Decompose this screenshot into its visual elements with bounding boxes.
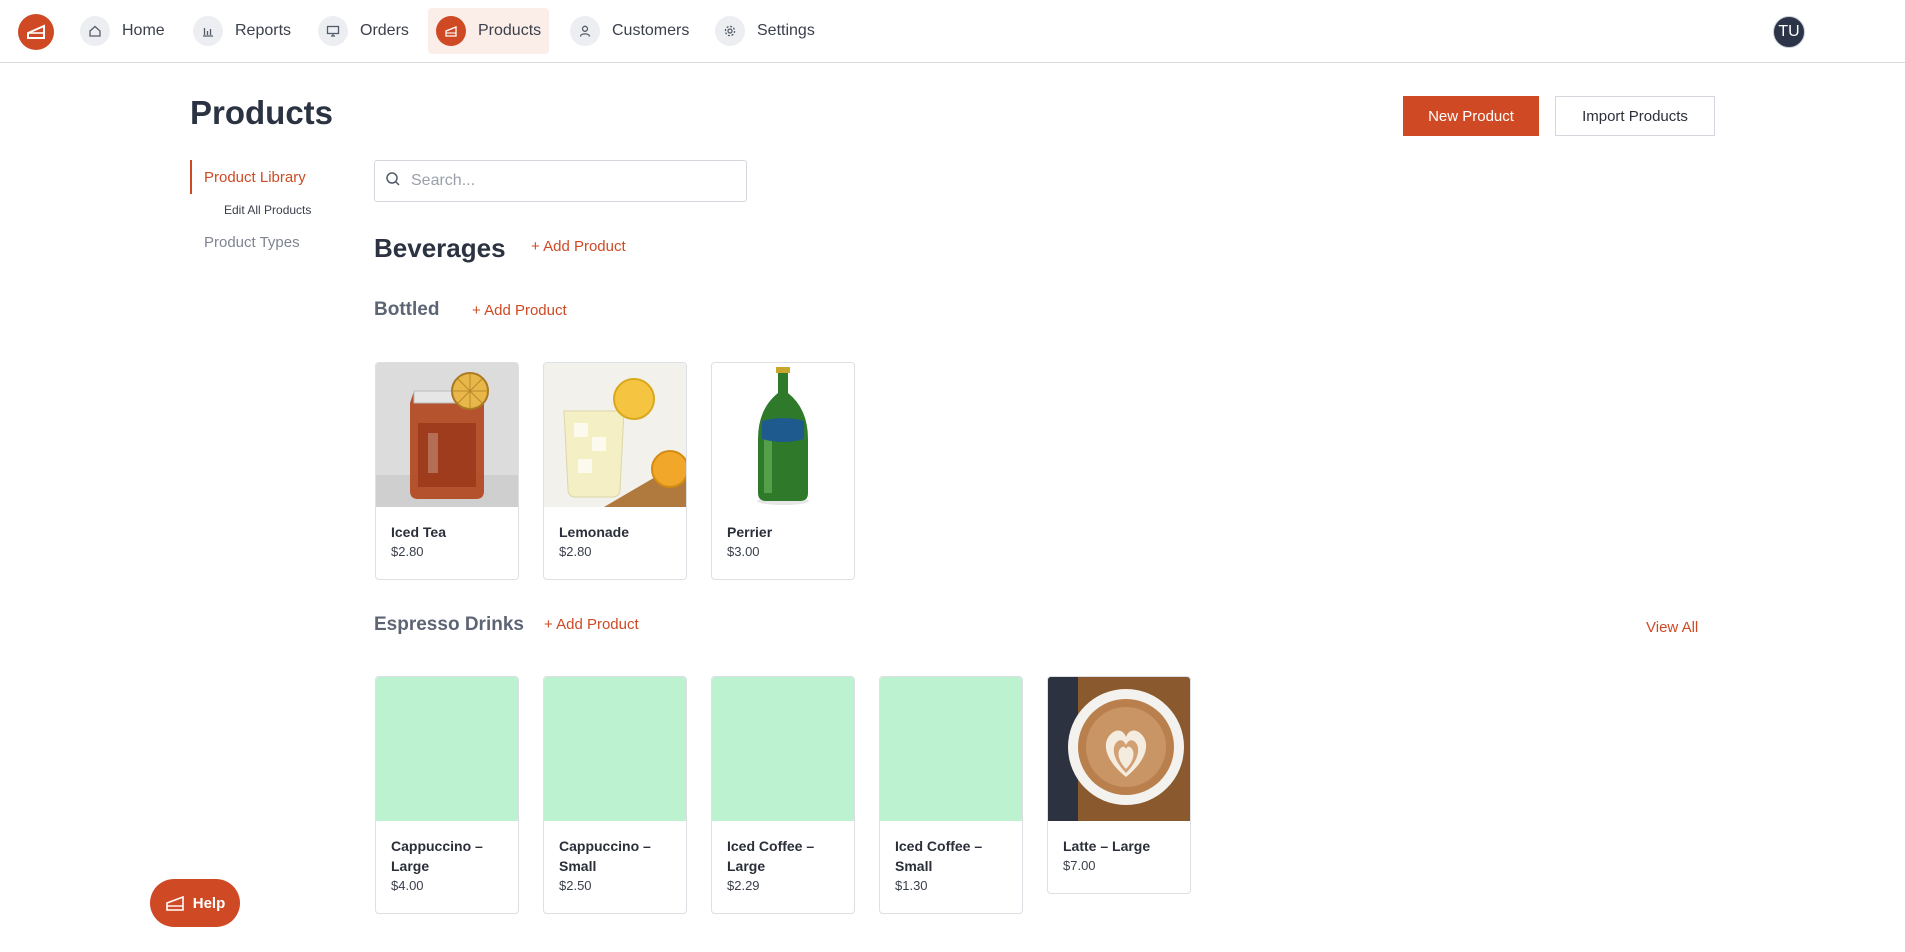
sidebar-item-product-library[interactable]: Product Library [190, 160, 306, 194]
nav-orders-label: Orders [360, 22, 409, 39]
gear-icon [715, 16, 745, 46]
product-card[interactable]: Iced Coffee – Large $2.29 [711, 676, 855, 914]
monitor-icon [318, 16, 348, 46]
nav-products[interactable]: Products [428, 8, 550, 54]
nav-products-label: Products [478, 22, 542, 39]
product-card[interactable]: Cappuccino – Small $2.50 [543, 676, 687, 914]
product-price: $2.29 [727, 878, 760, 893]
product-name: Cappuccino – Small [559, 838, 651, 874]
placeholder-image [712, 677, 854, 821]
group-heading-espresso-drinks: Espresso Drinks [374, 614, 524, 635]
nav-customers-label: Customers [612, 22, 690, 39]
help-label: Help [192, 894, 226, 912]
help-button[interactable]: Help [150, 879, 240, 927]
nav-settings-label: Settings [757, 22, 815, 39]
product-name: Cappuccino – Large [391, 838, 483, 874]
cake-icon [165, 895, 184, 911]
top-nav-bar: Home Reports Orders Products Customers S… [0, 0, 1905, 63]
new-product-button[interactable]: New Product [1403, 96, 1539, 136]
product-name: Iced Coffee – Small [895, 838, 983, 874]
placeholder-image [544, 677, 686, 821]
product-price: $2.80 [559, 544, 592, 559]
group-heading-bottled: Bottled [374, 299, 440, 320]
sidebar-item-edit-all-products[interactable]: Edit All Products [224, 203, 311, 217]
bottled-add-product-link[interactable]: + Add Product [472, 302, 567, 319]
product-name: Perrier [727, 524, 773, 540]
user-icon [570, 16, 600, 46]
search-box [374, 160, 747, 202]
iced-tea-image [376, 363, 518, 507]
search-input[interactable] [409, 171, 733, 191]
nav-home[interactable]: Home [72, 8, 173, 54]
product-name: Iced Tea [391, 524, 446, 540]
search-icon [385, 171, 401, 192]
page-title: Products [190, 94, 334, 131]
product-card[interactable]: Cappuccino – Large $4.00 [375, 676, 519, 914]
product-card[interactable]: Lemonade $2.80 [543, 362, 687, 580]
nav-settings[interactable]: Settings [707, 8, 823, 54]
product-price: $3.00 [727, 544, 760, 559]
product-name: Lemonade [559, 524, 630, 540]
nav-reports-label: Reports [235, 22, 292, 39]
placeholder-image [880, 677, 1022, 821]
category-add-product-link[interactable]: + Add Product [531, 238, 626, 255]
category-heading: Beverages [374, 233, 506, 263]
product-card[interactable]: Iced Tea $2.80 [375, 362, 519, 580]
product-card[interactable]: Perrier $3.00 [711, 362, 855, 580]
nav-home-label: Home [122, 22, 165, 39]
view-all-link[interactable]: View All [1646, 619, 1698, 636]
product-card[interactable]: Iced Coffee – Small $1.30 [879, 676, 1023, 914]
sidebar-item-product-types[interactable]: Product Types [204, 234, 300, 251]
nav-orders[interactable]: Orders [310, 8, 417, 54]
product-price: $1.30 [895, 878, 928, 893]
product-name: Iced Coffee – Large [727, 838, 815, 874]
product-price: $2.50 [559, 878, 592, 893]
espresso-add-product-link[interactable]: + Add Product [544, 616, 639, 633]
product-price: $7.00 [1063, 858, 1096, 873]
logo-icon[interactable] [18, 14, 54, 50]
product-price: $4.00 [391, 878, 424, 893]
nav-reports[interactable]: Reports [185, 8, 299, 54]
home-icon [80, 16, 110, 46]
latte-image [1048, 677, 1190, 821]
product-card[interactable]: Latte – Large $7.00 [1047, 676, 1191, 894]
product-name: Latte – Large [1063, 838, 1151, 854]
perrier-image [712, 363, 854, 507]
nav-customers[interactable]: Customers [562, 8, 697, 54]
bar-chart-icon [193, 16, 223, 46]
cake-icon [436, 16, 466, 46]
import-products-button[interactable]: Import Products [1555, 96, 1715, 136]
placeholder-image [376, 677, 518, 821]
product-price: $2.80 [391, 544, 424, 559]
lemonade-image [544, 363, 686, 507]
avatar[interactable]: TU [1773, 16, 1805, 48]
